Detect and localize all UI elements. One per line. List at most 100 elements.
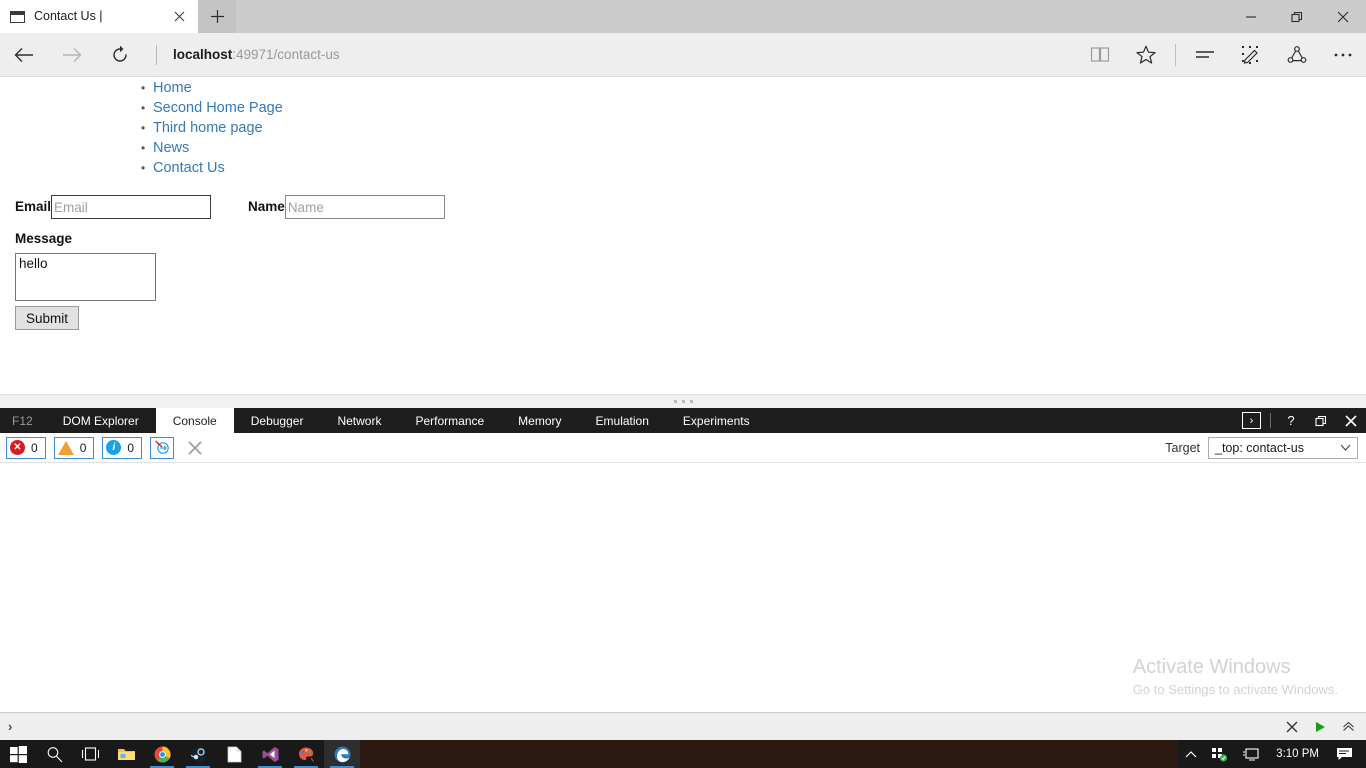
info-counter[interactable]: i 0 [102,436,143,459]
list-item: Second Home Page [0,98,1366,118]
tab-close-icon[interactable] [166,0,192,33]
devtools-tab-bar: F12 DOM Explorer Console Debugger Networ… [0,408,1366,433]
submit-button[interactable]: Submit [15,306,80,330]
taskbar-spacer [360,740,1179,768]
target-label: Target [1165,440,1200,455]
devtools-close-icon[interactable] [1336,408,1366,433]
tab-console[interactable]: Console [155,408,234,433]
paint-button[interactable] [288,740,324,768]
share-icon[interactable] [1274,33,1320,77]
system-tray: 3:10 PM [1178,740,1366,768]
search-button[interactable] [36,740,72,768]
devtools-splitter[interactable] [0,394,1366,408]
action-center-icon[interactable] [1329,740,1360,768]
web-note-icon[interactable] [1228,33,1274,77]
browser-toolbar-icons [1077,33,1366,77]
warning-count: 0 [79,440,87,455]
sitelink-contact-us[interactable]: Contact Us [153,160,225,176]
steam-button[interactable] [180,740,216,768]
warning-counter[interactable]: 0 [53,436,95,459]
message-label: Message [15,231,73,246]
console-input-bar: › [0,712,1366,740]
refresh-icon[interactable] [96,33,144,77]
devtools-help-button[interactable]: ? [1276,408,1306,433]
console-expand-icon[interactable] [1334,713,1362,741]
console-input-clear-icon[interactable] [1278,713,1306,741]
watermark-subtitle: Go to Settings to activate Windows. [1132,682,1338,697]
watermark-title: Activate Windows [1132,656,1291,678]
navigation-bar: localhost:49971/contact-us [0,33,1366,77]
console-toggle-icon[interactable]: › [1242,412,1261,429]
devtools-panel: F12 DOM Explorer Console Debugger Networ… [0,394,1366,740]
name-label: Name [248,199,285,214]
tray-overflow-chevron-up-icon[interactable] [1178,740,1204,768]
clear-console-button[interactable] [184,437,206,459]
task-view-button[interactable] [72,740,108,768]
tab-network[interactable]: Network [320,408,398,433]
window-close-icon[interactable] [1320,0,1366,33]
file-explorer-button[interactable] [108,740,144,768]
devtools-restore-icon[interactable] [1306,408,1336,433]
titlebar-drag-area [236,0,1228,33]
tab-debugger[interactable]: Debugger [234,408,321,433]
sitelink-news[interactable]: News [153,140,189,156]
site-nav-list: Home Second Home Page Third home page Ne… [0,78,1366,178]
target-select[interactable]: _top: contact-us [1208,436,1358,459]
tab-title: Contact Us | [34,9,103,23]
edge-button[interactable] [324,740,360,768]
network-icon[interactable] [1204,740,1235,768]
info-circle-icon: i [106,440,122,455]
email-field[interactable] [51,195,212,219]
tab-emulation[interactable]: Emulation [579,408,666,433]
warning-triangle-icon [57,440,74,455]
favorites-star-icon[interactable] [1123,33,1169,77]
chevron-down-icon [1340,444,1351,451]
minimize-icon[interactable] [1228,0,1274,33]
contact-form-row: Email Name [0,195,1366,219]
visual-studio-button[interactable] [252,740,288,768]
splitter-dot [673,400,677,403]
arrow-right-icon[interactable] [48,33,96,77]
console-input[interactable] [12,713,1278,740]
error-count: 0 [31,440,38,455]
list-item: Third home page [0,118,1366,138]
tab-memory[interactable]: Memory [501,408,578,433]
tab-dom-explorer[interactable]: DOM Explorer [46,408,156,433]
browser-window: Contact Us | localhost:49971/contact-us… [0,0,1366,740]
url-host: localhost [173,47,233,62]
restore-icon[interactable] [1274,0,1320,33]
list-item: News [0,138,1366,158]
f12-label: F12 [12,413,33,428]
new-tab-button[interactable] [198,0,236,33]
page-icon [10,10,25,23]
more-icon[interactable] [1320,33,1366,77]
reading-view-icon[interactable] [1077,33,1123,77]
chrome-button[interactable] [144,740,180,768]
hub-icon[interactable] [1182,33,1228,77]
tab-strip: Contact Us | [0,0,1366,33]
error-counter[interactable]: ✕ 0 [6,436,46,459]
console-output-area[interactable]: Activate Windows Go to Settings to activ… [0,463,1366,712]
clear-on-navigate-icon[interactable] [150,436,175,459]
sitelink-second-home-page[interactable]: Second Home Page [153,100,283,116]
tray-clock[interactable]: 3:10 PM [1266,748,1329,760]
address-divider [156,44,157,65]
email-label: Email [15,199,52,214]
display-icon[interactable] [1235,740,1266,768]
start-button[interactable] [0,740,36,768]
tab-performance[interactable]: Performance [398,408,501,433]
address-bar[interactable]: localhost:49971/contact-us [167,33,1077,77]
arrow-left-icon[interactable] [0,33,48,77]
info-count: 0 [127,440,135,455]
tab-experiments[interactable]: Experiments [666,408,767,433]
splitter-dot [681,400,685,403]
browser-tab[interactable]: Contact Us | [0,0,198,33]
sitelink-third-home-page[interactable]: Third home page [153,120,263,136]
sitelink-home[interactable]: Home [153,80,192,96]
devtools-tabbar-spacer [767,408,1240,433]
message-field[interactable] [15,253,156,301]
console-run-icon[interactable] [1306,713,1334,741]
web-page-content: Home Second Home Page Third home page Ne… [0,78,1366,394]
document-button[interactable] [216,740,252,768]
name-field[interactable] [284,195,445,219]
